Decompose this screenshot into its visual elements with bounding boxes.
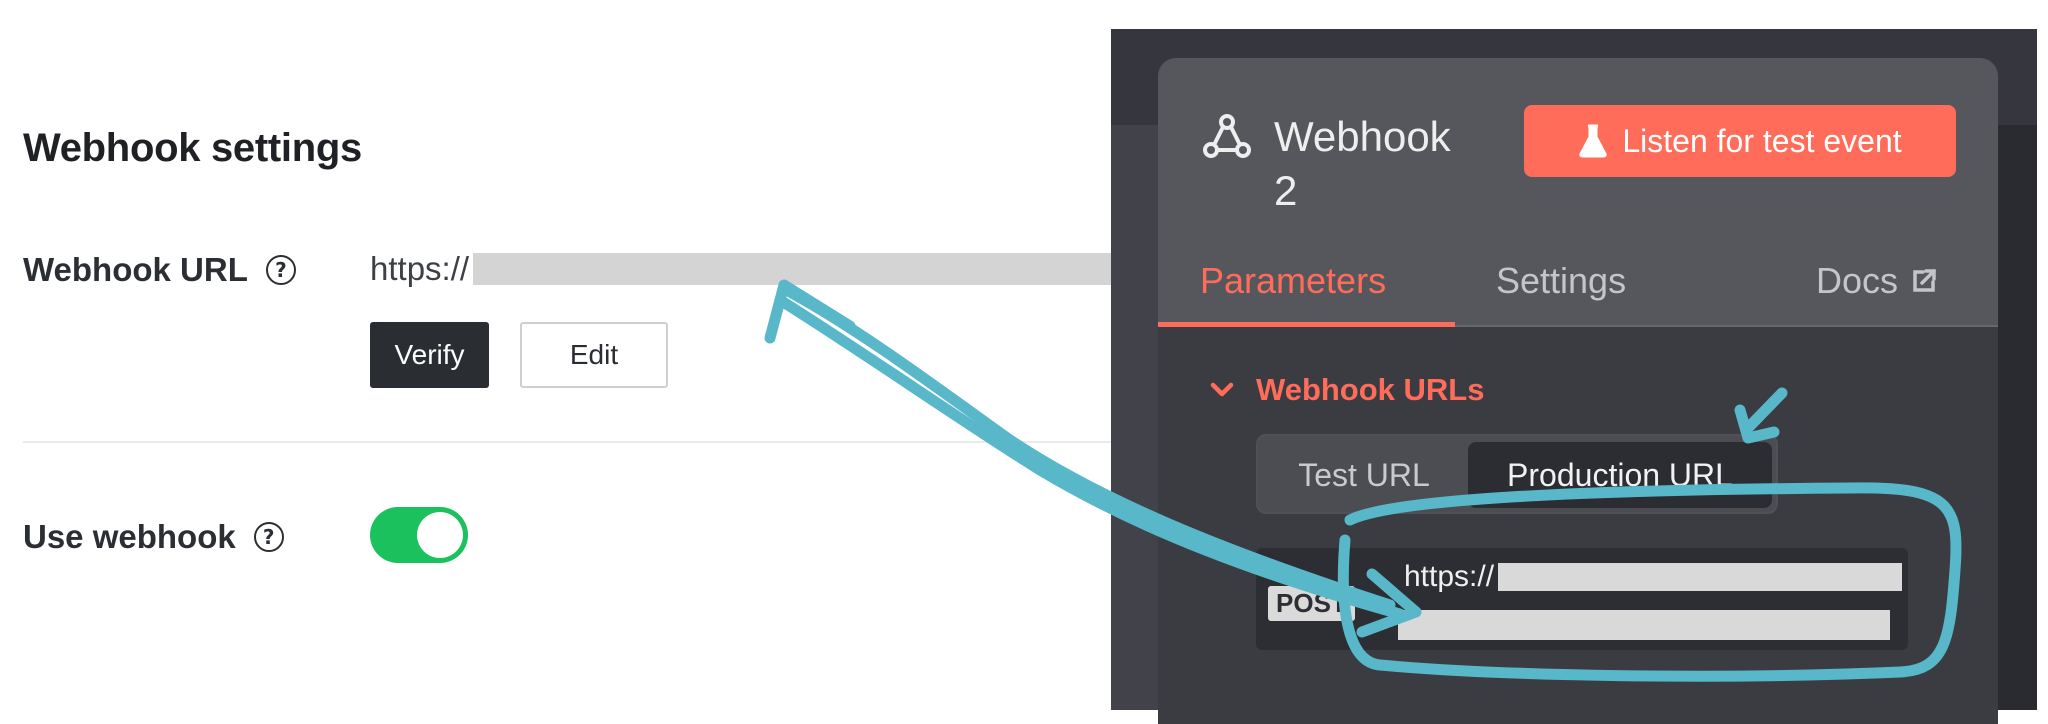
method-badge: POST — [1268, 586, 1355, 621]
toggle-knob — [417, 512, 463, 558]
section-title: Webhook URLs — [1256, 372, 1485, 407]
webhook-url-value: https:// — [370, 250, 1214, 288]
flask-icon — [1579, 124, 1608, 158]
redacted-url-block — [1398, 610, 1890, 640]
external-link-icon — [1913, 269, 1936, 292]
webhook-url-row-label: Webhook URL ? — [23, 251, 296, 289]
annotation-arrowhead-left — [764, 279, 856, 344]
url-type-switch: Test URL Production URL — [1256, 434, 1778, 514]
use-webhook-label: Use webhook — [23, 518, 236, 555]
help-icon[interactable]: ? — [265, 255, 296, 285]
help-icon[interactable]: ? — [253, 522, 284, 552]
edit-button[interactable]: Edit — [520, 322, 668, 388]
use-webhook-row-label: Use webhook ? — [23, 518, 284, 556]
test-url-tab[interactable]: Test URL — [1266, 442, 1462, 508]
tab-docs-label: Docs — [1816, 260, 1899, 301]
redacted-url-block — [1498, 563, 1903, 591]
webhook-urls-section-toggle[interactable]: Webhook URLs — [1210, 372, 1485, 408]
production-url-box[interactable]: POST https:// — [1256, 548, 1908, 650]
chevron-down-icon — [1210, 382, 1234, 397]
webhook-url-text: https:// — [370, 250, 470, 287]
url-line: https:// — [1404, 560, 1903, 594]
node-title: Webhook 2 — [1274, 113, 1451, 214]
verify-button[interactable]: Verify — [370, 322, 489, 388]
url-text: https:// — [1404, 560, 1495, 593]
page-title: Webhook settings — [23, 126, 362, 170]
webhook-icon — [1203, 114, 1251, 158]
listen-test-event-button[interactable]: Listen for test event — [1524, 105, 1956, 177]
screenshot-root: Webhook settings Webhook URL ? https:// … — [0, 0, 2048, 724]
use-webhook-toggle[interactable] — [370, 507, 468, 563]
tab-settings[interactable]: Settings — [1496, 260, 1626, 302]
webhook-url-label: Webhook URL — [23, 251, 248, 288]
production-url-tab[interactable]: Production URL — [1468, 442, 1772, 508]
tab-parameters[interactable]: Parameters — [1200, 260, 1386, 302]
divider — [23, 441, 1113, 443]
webhook-node-panel: Webhook 2 Listen for test event Paramete… — [1158, 58, 1998, 724]
editor-right-strip — [1997, 125, 2037, 710]
listen-button-label: Listen for test event — [1622, 122, 1902, 159]
tab-docs[interactable]: Docs — [1816, 260, 1938, 302]
redacted-url-block — [473, 253, 1214, 285]
